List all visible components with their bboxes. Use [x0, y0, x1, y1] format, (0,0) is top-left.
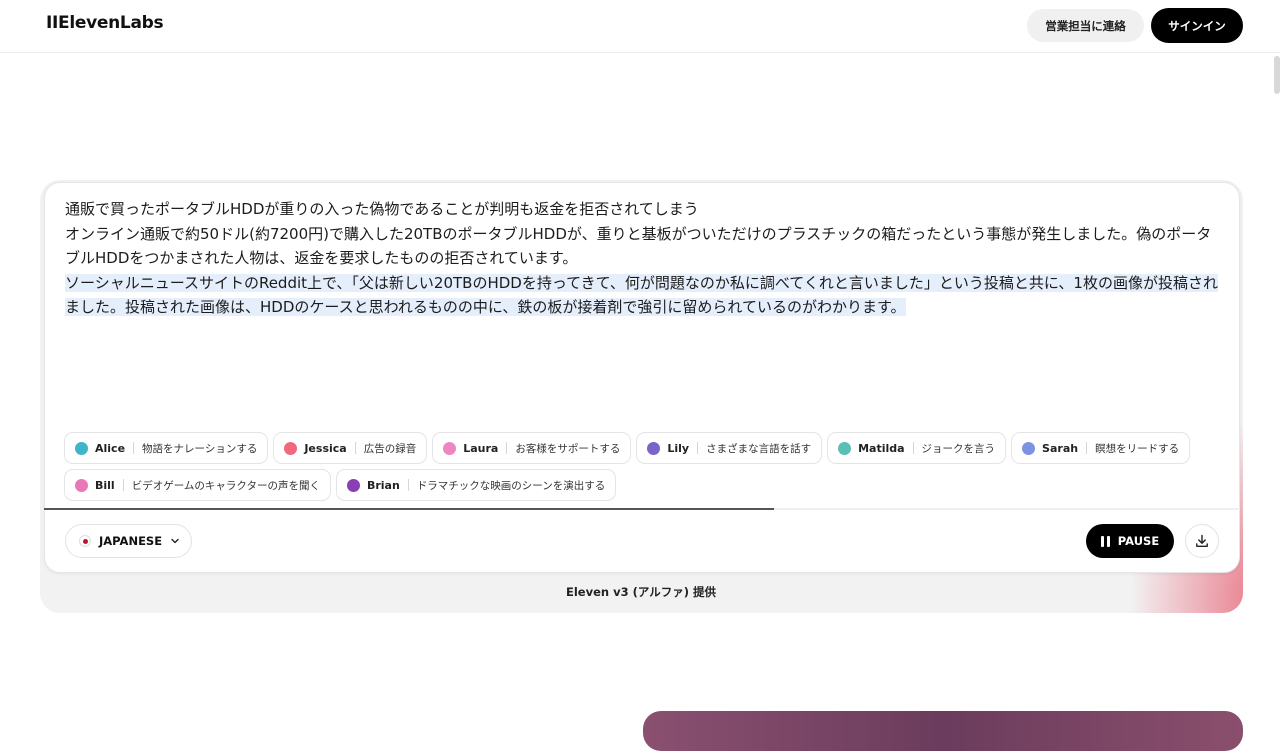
voice-selector: Alice 物語をナレーションする Jessica 広告の録音 Laura お客… [64, 432, 1224, 506]
article-paragraph-1: オンライン通販で約50ドル(約7200円)で購入した20TBのポータブルHDDが… [65, 224, 1212, 268]
voice-avatar-icon [75, 441, 88, 455]
language-label: JAPANESE [99, 534, 163, 548]
voice-chip-sarah[interactable]: Sarah 瞑想をリードする [1011, 432, 1191, 464]
voice-name: Brian [366, 478, 400, 492]
voice-chip-laura[interactable]: Laura お客様をサポートする [432, 432, 632, 464]
voice-avatar-icon [443, 441, 457, 455]
pause-button[interactable]: PAUSE [1086, 524, 1174, 558]
chip-divider [407, 479, 409, 491]
voice-avatar-icon [838, 441, 852, 455]
voice-name: Sarah [1042, 441, 1079, 455]
pause-icon [1100, 535, 1110, 547]
voice-chip-row-2: Bill ビデオゲームのキャラクターの声を聞く Brian ドラマチックな映画の… [64, 469, 1224, 501]
voice-description: ビデオゲームのキャラクターの声を聞く [131, 479, 320, 492]
voice-avatar-icon [346, 478, 360, 492]
voice-name: Jessica [304, 441, 347, 455]
chip-divider [506, 442, 508, 454]
pause-label: PAUSE [1117, 534, 1160, 548]
chevron-down-icon [171, 538, 179, 544]
voice-avatar-icon [284, 441, 298, 455]
voice-description: ドラマチックな映画のシーンを演出する [416, 479, 606, 492]
voice-description: 瞑想をリードする [1095, 442, 1180, 455]
voice-description: お客様をサポートする [515, 442, 621, 455]
sign-in-button[interactable]: サインイン [1151, 8, 1243, 43]
article-paragraph-2-wrapper: ソーシャルニュースサイトのReddit上で、「父は新しい20TBのHDDを持って… [65, 271, 1225, 320]
text-input-area[interactable]: 通販で買ったポータブルHDDが重りの入った偽物であることが判明も返金を拒否されて… [65, 197, 1225, 320]
top-navigation-bar: IIElevenLabs 営業担当に連絡 サインイン [0, 0, 1280, 53]
voice-chip-matilda[interactable]: Matilda ジョークを言う [827, 432, 1007, 464]
voice-chip-bill[interactable]: Bill ビデオゲームのキャラクターの声を聞く [64, 469, 331, 501]
language-selector[interactable]: JAPANESE [65, 524, 192, 558]
voice-name: Lily [667, 441, 690, 455]
playback-progress-fill [44, 508, 774, 510]
download-button[interactable] [1185, 524, 1219, 558]
chip-divider [1086, 442, 1088, 454]
elevenlabs-logo[interactable]: IIElevenLabs [46, 13, 164, 33]
voice-name: Alice [95, 441, 126, 455]
contact-sales-button[interactable]: 営業担当に連絡 [1027, 9, 1144, 42]
page-scrollbar[interactable] [1274, 56, 1280, 94]
voice-avatar-icon [75, 478, 88, 492]
article-headline: 通販で買ったポータブルHDDが重りの入った偽物であることが判明も返金を拒否されて… [65, 200, 699, 218]
chip-divider [912, 442, 914, 454]
playback-progress-bar[interactable] [44, 508, 1240, 510]
voice-name: Matilda [858, 441, 905, 455]
download-icon [1196, 534, 1208, 547]
voice-name: Laura [463, 441, 499, 455]
voice-chip-jessica[interactable]: Jessica 広告の録音 [273, 432, 428, 464]
voice-description: 広告の録音 [363, 442, 417, 455]
japan-flag-icon [79, 535, 91, 547]
voice-description: ジョークを言う [921, 442, 996, 455]
chip-divider [133, 442, 135, 454]
voice-chip-brian[interactable]: Brian ドラマチックな映画のシーンを演出する [335, 469, 617, 501]
voice-description: 物語をナレーションする [142, 442, 258, 455]
voice-chip-alice[interactable]: Alice 物語をナレーションする [64, 432, 269, 464]
voice-avatar-icon [647, 441, 661, 455]
chip-divider [122, 479, 124, 491]
voice-name: Bill [95, 478, 115, 492]
powered-by-label: Eleven v3 (アルファ) 提供 [566, 585, 716, 599]
voice-chip-lily[interactable]: Lily さまざまな言語を話す [636, 432, 823, 464]
article-paragraph-2: ソーシャルニュースサイトのReddit上で、「父は新しい20TBのHDDを持って… [65, 273, 1218, 316]
voice-description: さまざまな言語を話す [706, 442, 812, 455]
chip-divider [697, 442, 699, 454]
next-section-preview [643, 711, 1243, 751]
chip-divider [354, 442, 356, 454]
voice-chip-row-1: Alice 物語をナレーションする Jessica 広告の録音 Laura お客… [64, 432, 1224, 464]
voice-avatar-icon [1022, 441, 1036, 455]
